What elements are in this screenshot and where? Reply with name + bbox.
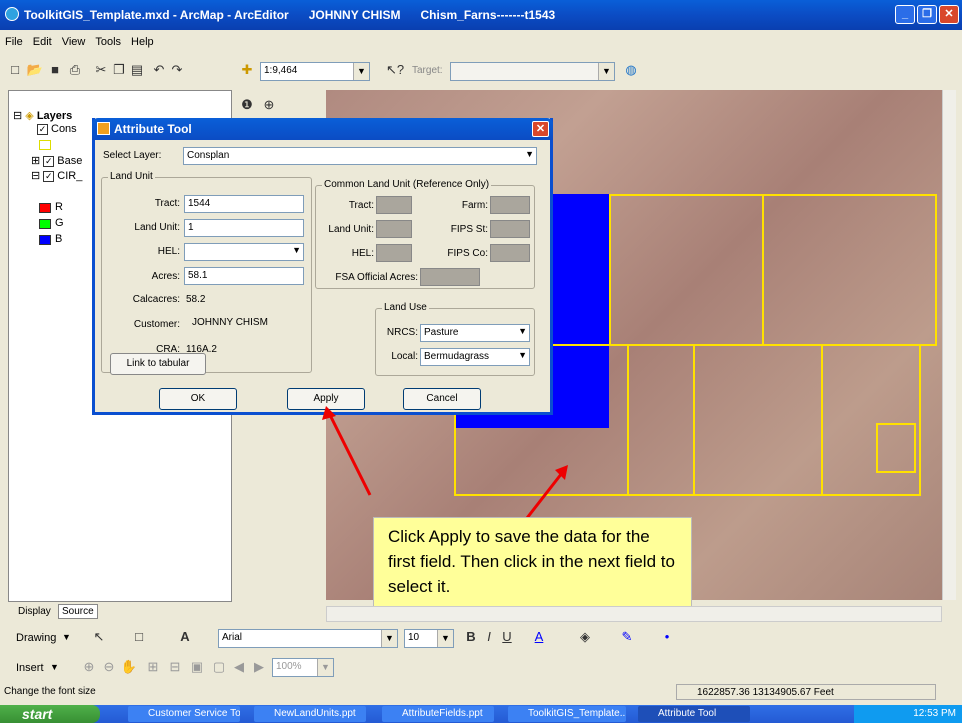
next-extent-icon[interactable]: ▶ [250,658,268,676]
pan-page-icon[interactable]: ✋ [120,658,138,676]
select-elements-icon[interactable]: ↖ [90,628,108,646]
horizontal-scrollbar[interactable] [326,606,942,622]
italic-icon[interactable]: I [480,628,498,646]
display-tab[interactable]: Display [18,606,51,617]
taskbar: start Customer Service To... NewLandUnit… [0,705,962,723]
fill-color-icon[interactable]: ◈ [576,628,594,646]
font-size-combo[interactable]: 10 ▼ [404,629,454,648]
task-toolkitgis[interactable]: ToolkitGIS_Template... [508,706,626,722]
start-button[interactable]: start [0,705,100,723]
previous-extent-icon[interactable]: ◀ [230,658,248,676]
clock: 12:53 PM [913,708,956,719]
text-icon[interactable]: A [176,628,194,646]
zoom-in-page-icon[interactable]: ⊕ [80,658,98,676]
drawing-toolbar: Drawing ▼ ↖ □ A Arial ▼ 10 ▼ B I U A ◈ ✎ • [0,624,962,652]
system-tray: 12:53 PM [854,705,962,723]
marker-color-icon[interactable]: • [658,628,676,646]
fixed-zoom-in-icon[interactable]: ⊞ [144,658,162,676]
task-attributefields[interactable]: AttributeFields.ppt [382,706,494,722]
status-text: Change the font size [4,686,96,697]
font-combo[interactable]: Arial ▼ [218,629,398,648]
zoom-combo[interactable]: 100% ▼ [272,658,334,677]
chevron-down-icon: ▼ [62,632,71,642]
task-attribute-tool[interactable]: Attribute Tool [638,706,750,722]
underline-icon[interactable]: U [498,628,516,646]
task-newlandunits[interactable]: NewLandUnits.ppt [254,706,366,722]
task-customer-service[interactable]: Customer Service To... [128,706,240,722]
chevron-down-icon: ▼ [50,662,59,672]
zoom-out-page-icon[interactable]: ⊖ [100,658,118,676]
insert-toolbar: Insert ▼ ⊕ ⊖ ✋ ⊞ ⊟ ▣ ▢ ◀ ▶ 100% ▼ [0,652,962,682]
fixed-zoom-out-icon[interactable]: ⊟ [166,658,184,676]
instruction-callout: Click Apply to save the data for the fir… [373,517,692,609]
source-tab[interactable]: Source [58,604,98,619]
status-bar: Change the font size 1622857.36 13134905… [0,683,962,701]
whole-page-icon[interactable]: ▣ [188,658,206,676]
font-color-icon[interactable]: A [530,628,548,646]
rectangle-icon[interactable]: □ [130,628,148,646]
bold-icon[interactable]: B [462,628,480,646]
drawing-menu[interactable]: Drawing [16,632,56,644]
line-color-icon[interactable]: ✎ [618,628,636,646]
zoom-100-icon[interactable]: ▢ [210,658,228,676]
arrow-head-apply [322,406,336,420]
coordinates-readout: 1622857.36 13134905.67 Feet [676,684,936,700]
insert-menu[interactable]: Insert [16,662,44,674]
arrow-to-apply [328,414,372,496]
toc-tabs-bar: Display Source [0,602,962,624]
